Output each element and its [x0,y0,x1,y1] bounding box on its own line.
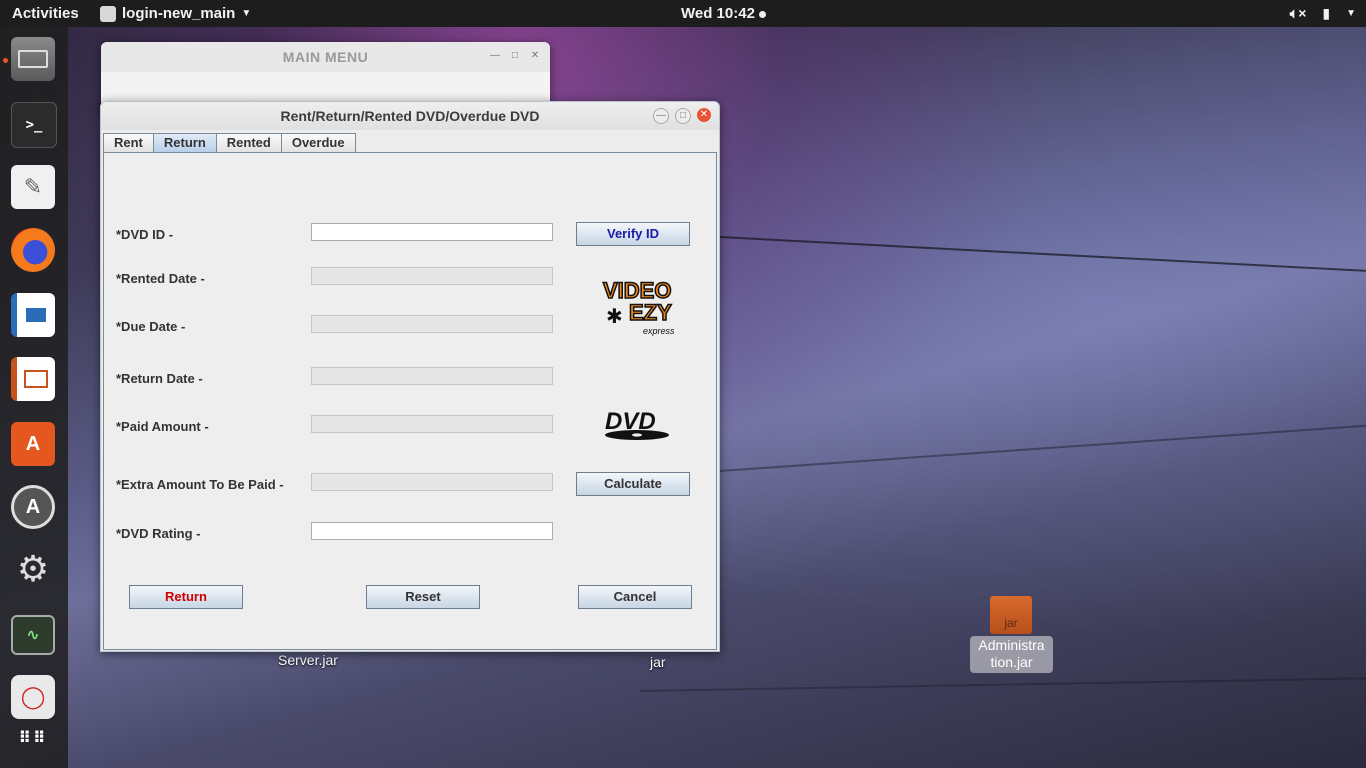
due-date-label: *Due Date - [116,319,186,334]
rent-return-window[interactable]: Rent/Return/Rented DVD/Overdue DVD — □ ✕… [100,101,720,652]
paid-amount-label: *Paid Amount - [116,419,209,434]
system-tray[interactable]: 🔈︎× ▮ ▼ [1290,5,1356,22]
files-icon[interactable] [11,37,55,81]
remote-desktop-icon[interactable]: ◯ [11,675,55,719]
cancel-button[interactable]: Cancel [578,585,692,609]
video-ezy-logo: VIDEO EZY ✱ express [602,277,674,336]
tab-rent[interactable]: Rent [103,133,154,152]
tab-return[interactable]: Return [152,133,217,152]
desktop-icon-label-box: Administra tion.jar [970,636,1053,673]
rented-date-field [311,267,553,285]
desktop-icon-jar[interactable]: jar [650,654,666,670]
desktop-icon-label: jar [650,654,666,670]
dvd-disc-hole [632,433,642,437]
chevron-down-icon[interactable]: ▼ [1346,8,1356,19]
top-bar: Activities login-new_main ▼ Wed 10:42 🔈︎… [0,0,1366,27]
dvd-rating-label: *DVD Rating - [116,526,201,541]
return-panel: *DVD ID - Verify ID *Rented Date - *Due … [103,152,717,650]
paid-amount-field [311,415,553,433]
extra-amount-label: *Extra Amount To Be Paid - [116,477,284,492]
main-menu-title: MAIN MENU [101,42,550,72]
tab-rented[interactable]: Rented [215,133,282,152]
maximize-icon[interactable]: □ [675,108,691,124]
verify-id-button[interactable]: Verify ID [576,222,690,246]
window-title: Rent/Return/Rented DVD/Overdue DVD [101,102,719,130]
app-menu[interactable]: login-new_main ▼ [100,5,251,22]
activities-button[interactable]: Activities [12,5,79,22]
jar-package-icon: jar [990,596,1032,634]
writer-icon[interactable] [11,293,55,337]
return-button[interactable]: Return [129,585,243,609]
close-icon[interactable]: ✕ [528,49,542,63]
tab-overdue[interactable]: Overdue [280,133,356,152]
software-updater-icon[interactable]: A [11,485,55,529]
clock-label: Wed 10:42 [681,5,755,22]
asterisk-icon: ✱ [606,304,623,328]
main-menu-window-controls: — □ ✕ [488,49,542,63]
show-apps-icon[interactable]: ⠿⠿ [11,717,55,761]
clock[interactable]: Wed 10:42 [681,5,766,22]
dock: >_ ✎ A A ⚙ ∿ ◯ ⠿⠿ [0,27,68,768]
app-menu-label: login-new_main [122,5,236,22]
desktop-icon-label: Administra tion.jar [978,637,1045,670]
dvd-logo: DVD [605,408,669,440]
reset-button[interactable]: Reset [366,585,480,609]
terminal-icon[interactable]: >_ [11,102,57,148]
text-editor-icon[interactable]: ✎ [11,165,55,209]
minimize-icon[interactable]: — [488,49,502,63]
rented-date-label: *Rented Date - [116,271,205,286]
logo-line-ezy: EZY [629,300,672,325]
dvd-rating-field[interactable] [311,522,553,540]
impress-icon[interactable] [11,357,55,401]
notification-dot-icon [758,10,766,18]
java-app-icon [100,5,116,22]
tab-bar: Rent Return Rented Overdue [103,133,356,153]
settings-icon[interactable]: ⚙ [11,547,55,591]
chevron-down-icon: ▼ [241,8,252,19]
extra-amount-field [311,473,553,491]
logo-line-express: express [643,326,674,336]
return-date-label: *Return Date - [116,371,203,386]
minimize-icon[interactable]: — [653,108,669,124]
return-date-field [311,367,553,385]
battery-icon[interactable]: ▮ [1322,5,1330,22]
close-icon[interactable]: ✕ [697,108,711,122]
dvd-id-field[interactable] [311,223,553,241]
maximize-icon[interactable]: □ [508,49,522,63]
desktop-icon-administration-jar[interactable]: jar Administra tion.jar [970,594,1053,673]
system-monitor-icon[interactable]: ∿ [11,615,55,655]
calculate-button[interactable]: Calculate [576,472,690,496]
software-center-icon[interactable]: A [11,422,55,466]
due-date-field [311,315,553,333]
volume-muted-icon[interactable]: 🔈︎× [1290,5,1307,22]
jar-badge-label: jar [1004,616,1018,630]
desktop-icon-server-jar[interactable]: Server.jar [278,652,338,668]
firefox-icon[interactable] [11,228,55,272]
desktop-icon-label: Server.jar [278,652,338,668]
window-controls: — □ ✕ [653,108,711,124]
running-indicator-icon [3,58,8,63]
dvd-id-label: *DVD ID - [116,227,174,242]
